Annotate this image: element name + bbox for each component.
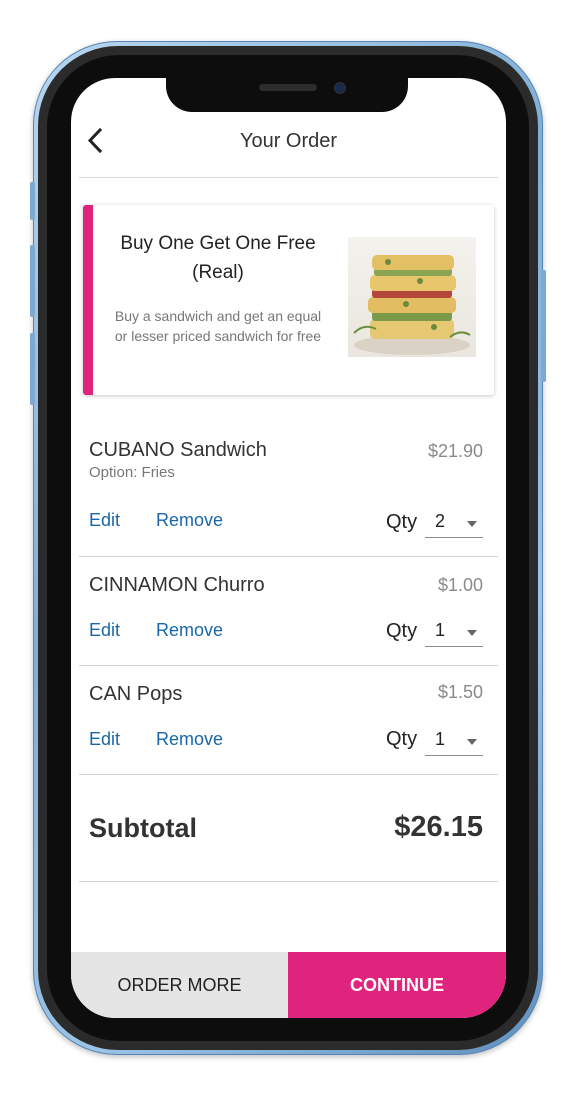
qty-label: Qty: [386, 511, 418, 533]
power-button: [541, 270, 546, 382]
order-more-button[interactable]: ORDER MORE: [71, 952, 288, 1018]
qty-value: 2: [435, 511, 446, 531]
subtotal-value: $26.15: [394, 811, 483, 843]
qty-value: 1: [435, 729, 446, 749]
item-divider: [79, 556, 498, 557]
item-price: $1.00: [437, 575, 483, 595]
header-divider: [79, 177, 498, 178]
subtotal-label: Subtotal: [89, 813, 197, 843]
qty-value: 1: [435, 620, 446, 640]
item-name: CINNAMON Churro: [89, 574, 265, 596]
promo-description: Buy a sandwich and get an equal or lesse…: [114, 308, 322, 344]
edit-item-button[interactable]: Edit: [89, 510, 120, 531]
item-divider: [79, 774, 498, 775]
qty-dropdown[interactable]: 1: [425, 727, 483, 756]
promo-title: Buy One Get One Free (Real): [120, 233, 316, 283]
qty-dropdown[interactable]: 1: [425, 618, 483, 647]
volume-down-button: [30, 333, 35, 405]
caret-down-icon: [467, 521, 477, 527]
promo-accent-stripe: [83, 205, 93, 395]
qty-dropdown[interactable]: 2: [425, 509, 483, 538]
speaker-grille: [259, 84, 317, 91]
page-title: Your Order: [239, 130, 338, 152]
edit-item-button[interactable]: Edit: [89, 729, 120, 750]
item-option: Option: Fries: [89, 464, 175, 481]
volume-up-button: [30, 245, 35, 317]
sandwich-photo: [348, 237, 476, 357]
qty-label: Qty: [386, 728, 418, 750]
caret-down-icon: [467, 739, 477, 745]
edit-item-button[interactable]: Edit: [89, 620, 120, 641]
remove-item-button[interactable]: Remove: [156, 510, 223, 531]
front-camera: [334, 82, 346, 94]
remove-item-button[interactable]: Remove: [156, 620, 223, 641]
item-price: $1.50: [437, 682, 483, 702]
item-price: $21.90: [427, 441, 483, 461]
remove-item-button[interactable]: Remove: [156, 729, 223, 750]
item-divider: [79, 665, 498, 666]
continue-button[interactable]: CONTINUE: [288, 952, 506, 1018]
mute-switch: [30, 182, 35, 220]
subtotal-divider: [79, 881, 498, 882]
qty-label: Qty: [386, 620, 418, 642]
promo-card[interactable]: Buy One Get One Free (Real) Buy a sandwi…: [83, 205, 494, 395]
app-screen: Your Order Buy One Get One Free (Real) B…: [71, 78, 506, 1018]
item-name: CAN Pops: [89, 683, 183, 705]
caret-down-icon: [467, 630, 477, 636]
item-name: CUBANO Sandwich: [89, 439, 267, 461]
